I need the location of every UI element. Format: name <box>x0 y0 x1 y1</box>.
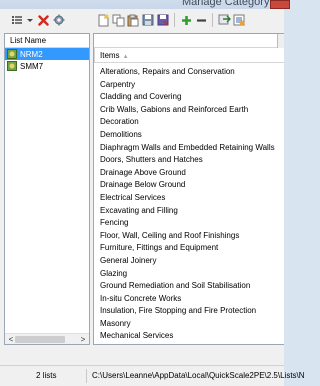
item-row[interactable]: Drainage Below Ground <box>94 179 284 192</box>
lists-horizontal-scrollbar[interactable]: < > <box>5 333 89 344</box>
items-toolbar <box>92 9 284 31</box>
save-as-icon[interactable] <box>156 12 170 28</box>
list-name-column-header[interactable]: List Name <box>5 34 89 48</box>
status-divider <box>86 369 87 383</box>
scroll-left-arrow-icon[interactable]: < <box>7 335 15 344</box>
item-row[interactable]: Fencing <box>94 217 284 230</box>
item-row[interactable]: In-situ Concrete Works <box>94 293 284 306</box>
item-row[interactable]: Cladding and Covering <box>94 91 284 104</box>
list-item-label: NRM2 <box>20 49 43 59</box>
item-row[interactable]: General Joinery <box>94 255 284 268</box>
item-row[interactable]: Decoration <box>94 116 284 129</box>
scroll-right-arrow-icon[interactable]: > <box>79 335 87 344</box>
remove-icon[interactable] <box>194 12 208 28</box>
items-pane: Items ▲ Alterations, Repairs and Conserva… <box>93 33 284 345</box>
item-row[interactable]: Alterations, Repairs and Conservation <box>94 66 284 79</box>
item-row[interactable]: Diaphragm Walls and Embedded Retaining W… <box>94 142 284 155</box>
file-path: C:\Users\Leanne\AppData\Local\QuickScale… <box>92 371 305 380</box>
delete-icon[interactable] <box>36 12 50 28</box>
window-title: Manage Category <box>182 0 270 8</box>
item-row[interactable]: Metalwork <box>94 343 284 344</box>
item-row[interactable]: Electrical Services <box>94 192 284 205</box>
items-filter-strip <box>94 34 284 48</box>
item-row[interactable]: Crib Walls, Gabions and Reinforced Earth <box>94 104 284 117</box>
list-item[interactable]: SMM7 <box>5 60 89 72</box>
item-row[interactable]: Furniture, Fittings and Equipment <box>94 242 284 255</box>
item-row[interactable]: Demolitions <box>94 129 284 142</box>
dropdown-arrow-icon[interactable] <box>26 12 34 28</box>
manage-category-window: List Name NRM2 SMM7 < > Items ▲ Alteration… <box>0 9 305 386</box>
list-item[interactable]: NRM2 <box>5 48 89 60</box>
save-icon[interactable] <box>141 12 155 28</box>
close-window-button[interactable] <box>270 0 290 9</box>
strip-scroll-knob[interactable] <box>277 34 284 48</box>
sort-ascending-icon: ▲ <box>122 54 129 60</box>
lists-toolbar <box>0 9 90 31</box>
new-document-icon[interactable] <box>96 12 110 28</box>
item-row[interactable]: Ground Remediation and Soil Stabilisatio… <box>94 280 284 293</box>
list-icon <box>7 61 17 71</box>
scrollbar-thumb[interactable] <box>15 336 65 343</box>
item-row[interactable]: Mechanical Services <box>94 330 284 343</box>
item-row[interactable]: Carpentry <box>94 79 284 92</box>
list-count: 2 lists <box>36 371 57 380</box>
toolbar-separator <box>212 13 213 27</box>
item-row[interactable]: Floor, Wall, Ceiling and Roof Finishings <box>94 230 284 243</box>
toolbar-separator <box>174 13 175 27</box>
lists-pane: List Name NRM2 SMM7 < > <box>4 33 90 345</box>
items-column-header[interactable]: Items ▲ <box>94 48 284 63</box>
item-row[interactable]: Insulation, Fire Stopping and Fire Prote… <box>94 305 284 318</box>
item-row[interactable]: Excavating and Filling <box>94 205 284 218</box>
items-column-label: Items <box>100 51 120 60</box>
paste-icon[interactable] <box>126 12 140 28</box>
export-icon[interactable] <box>232 12 246 28</box>
column-divider <box>94 48 95 63</box>
list-icon <box>7 49 17 59</box>
item-row[interactable]: Masonry <box>94 318 284 331</box>
status-bar: 2 lists C:\Users\Leanne\AppData\Local\Qu… <box>0 365 305 386</box>
items-list: Alterations, Repairs and Conservation Car… <box>94 63 284 344</box>
item-row[interactable]: Doors, Shutters and Hatches <box>94 154 284 167</box>
copy-icon[interactable] <box>111 12 125 28</box>
add-icon[interactable] <box>179 12 193 28</box>
list-item-label: SMM7 <box>20 61 44 71</box>
settings-icon[interactable] <box>52 12 66 28</box>
item-row[interactable]: Glazing <box>94 268 284 281</box>
navigate-icon[interactable] <box>217 12 231 28</box>
list-view-icon[interactable] <box>10 12 24 28</box>
item-row[interactable]: Drainage Above Ground <box>94 167 284 180</box>
